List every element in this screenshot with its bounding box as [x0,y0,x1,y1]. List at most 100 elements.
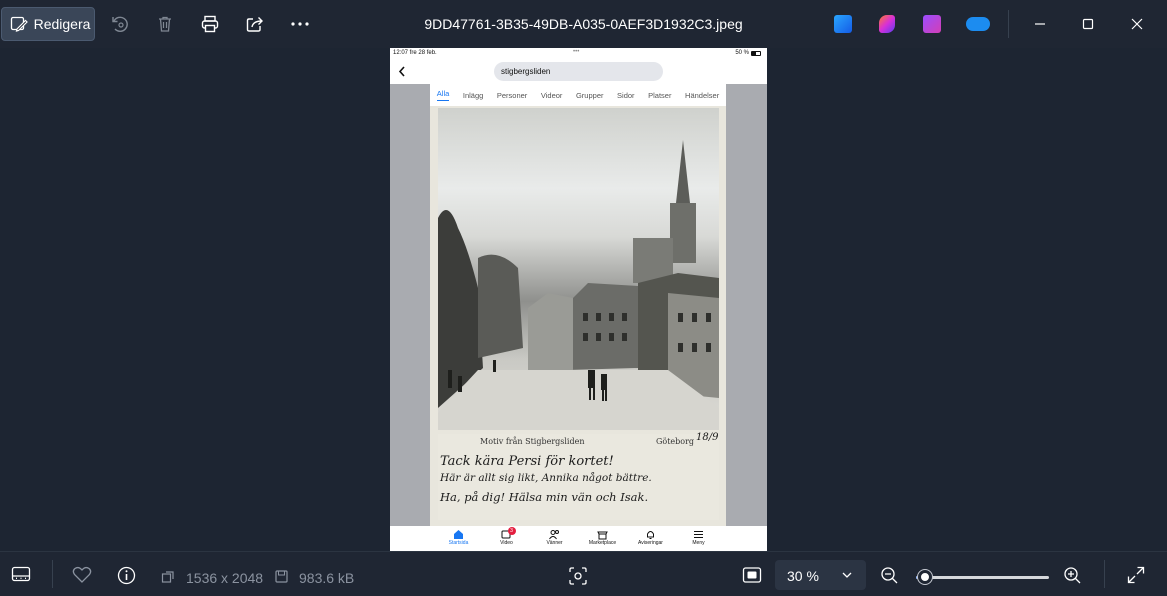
phone-status-bar: 12:07 fre 28 feb. ••• 50 % [390,48,767,60]
tab-grupper: Grupper [575,90,604,100]
filmstrip-icon [11,566,31,582]
zoom-value: 30 % [787,568,819,584]
postcard-handwriting-line3: Ha, på dig! Hälsa min vän och Isak. [440,490,649,504]
postcard-printed-city: Göteborg [656,437,695,446]
friends-icon [549,530,559,540]
tab-alla: Alla [436,89,450,101]
scan-icon [569,567,587,585]
rotate-button[interactable] [108,7,132,41]
fullscreen-button[interactable] [1127,566,1145,584]
tab-platser: Platser [648,90,672,100]
status-bar: 1536 x 2048 983.6 kB 30 % [0,551,1167,596]
photos-app-icon[interactable] [834,15,852,33]
image-dimensions: 1536 x 2048 [186,570,264,586]
nav-startsida: Startsida [446,526,472,551]
designer-app-icon[interactable] [879,15,895,33]
clipchamp-app-icon[interactable] [923,15,941,33]
postcard-handwriting-line2: Här är allt sig likt, Annika något bättr… [440,472,652,484]
tab-handelser: Händelser [685,90,720,100]
tab-sidor: Sidor [617,90,635,100]
chevron-down-icon [842,572,852,578]
nav-video: 3 Video [494,526,520,551]
onedrive-icon[interactable] [966,17,990,31]
more-options-button[interactable] [288,7,312,41]
menu-icon [694,531,703,538]
tab-inlagg: Inlägg [462,90,484,100]
file-size: 983.6 kB [299,570,355,586]
video-badge: 3 [507,527,516,535]
title-bar: Redigera 9DD47761-3B35-49DB-A035-0AEF3D1… [0,0,1167,48]
zoom-slider-thumb[interactable] [918,570,933,584]
search-input: stigbergsliden [494,62,663,81]
zoom-out-icon [881,567,898,584]
street-scene-illustration [438,140,719,430]
edit-button-label: Redigera [33,16,91,32]
rotate-icon [112,16,128,32]
phone-status-dots: ••• [573,49,580,55]
nav-label: Video [500,540,513,546]
share-button[interactable] [243,7,267,41]
phone-bottom-nav: Startsida 3 Video Vänner Marketplace Avi… [390,526,767,551]
postcard-handwriting-line1: Tack kära Persi för kortet! [440,454,614,469]
close-button[interactable] [1125,12,1149,36]
divider [1008,10,1009,38]
zoom-slider-track[interactable] [916,576,1049,579]
info-button[interactable] [117,566,136,585]
divider [1104,560,1105,588]
printer-icon [201,15,219,33]
nav-label: Meny [692,540,705,546]
edit-button[interactable]: Redigera [1,7,95,41]
postcard-text-area: Motiv från Stigbergsliden Göteborg 18/9 … [438,432,719,520]
phone-nav-bar: stigbergsliden [390,60,767,84]
phone-time: 12:07 fre 28 feb. [393,50,437,56]
postcard-handwritten-date: 18/9 [696,432,719,443]
phone-battery: 50 % [735,50,749,56]
nav-label: Marketplace [588,540,617,546]
divider [52,560,53,588]
postcard-photo [438,108,719,430]
delete-button[interactable] [153,7,177,41]
nav-marketplace: Marketplace [588,526,617,551]
expand-icon [1127,566,1145,584]
more-icon [291,22,309,26]
back-arrow-icon [398,66,405,77]
bell-icon [647,531,654,539]
maximize-button[interactable] [1076,12,1100,36]
home-icon [454,530,463,539]
tab-personer: Personer [496,90,528,100]
maximize-icon [1082,18,1094,30]
minimize-button[interactable] [1028,12,1052,36]
fit-to-window-button[interactable] [742,566,762,584]
zoom-dropdown[interactable]: 30 % [775,560,866,590]
dimensions-icon-wrap [161,570,175,584]
postcard-printed-title: Motiv från Stigbergsliden [480,437,585,446]
nav-label: Aviseringar [638,540,663,546]
zoom-in-button[interactable] [1063,566,1082,585]
nav-vanner: Vänner [542,526,568,551]
save-disk-icon [275,570,288,583]
tab-videor: Videor [540,90,563,100]
minimize-icon [1035,23,1045,25]
heart-icon [72,566,92,583]
search-tabs: Alla Inlägg Personer Videor Grupper Sido… [430,84,726,106]
trash-icon [159,16,171,32]
marketplace-icon [597,531,608,540]
close-icon [1131,18,1143,30]
visual-search-button[interactable] [568,566,588,586]
print-button[interactable] [198,7,222,41]
filesize-icon-wrap [275,570,288,583]
favorite-button[interactable] [72,566,92,584]
nav-label: Startsida [448,540,469,546]
image-canvas[interactable]: 12:07 fre 28 feb. ••• 50 % stigbergslide… [0,48,1167,551]
edit-image-icon [10,16,28,32]
screenshot-image: 12:07 fre 28 feb. ••• 50 % stigbergslide… [390,48,767,551]
zoom-in-icon [1064,567,1081,584]
share-icon [246,17,263,32]
fit-icon [742,567,762,583]
battery-icon [751,51,761,56]
postcard: Motiv från Stigbergsliden Göteborg 18/9 … [430,106,726,526]
info-icon [117,566,136,585]
nav-aviseringar: Aviseringar [638,526,664,551]
filmstrip-button[interactable] [11,566,31,582]
zoom-out-button[interactable] [880,566,899,585]
